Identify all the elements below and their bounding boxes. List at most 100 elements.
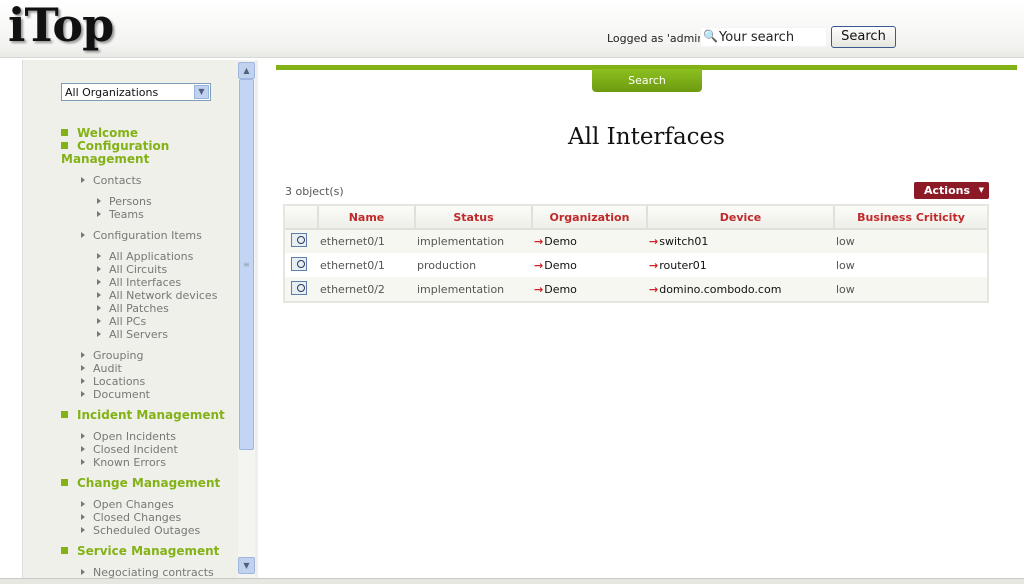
menu-scheduled-outages[interactable]: Scheduled Outages: [81, 524, 200, 537]
menu-item-label: All PCs: [109, 315, 147, 328]
menu-all-circuits[interactable]: All Circuits: [97, 263, 167, 276]
grip-icon: ≡: [243, 260, 250, 269]
menu-configuration-management-line2[interactable]: Management: [61, 153, 149, 166]
chevron-down-icon[interactable]: ▼: [194, 85, 209, 99]
device-link[interactable]: router01: [659, 259, 707, 272]
triangle-right-icon: [81, 177, 85, 183]
cell-device[interactable]: →domino.combodo.com: [647, 277, 834, 301]
menu-all-network-devices[interactable]: All Network devices: [97, 289, 217, 302]
organization-link[interactable]: Demo: [544, 283, 577, 296]
menu-item-label: All Interfaces: [109, 276, 182, 289]
magnifier-details-icon[interactable]: [291, 233, 307, 247]
menu-known-errors[interactable]: Known Errors: [81, 456, 166, 469]
menu-contacts-label: Contacts: [93, 174, 142, 187]
menu-change-label: Change Management: [77, 476, 221, 490]
global-search-input[interactable]: 🔍 Your search: [700, 27, 827, 47]
column-header-business-criticity[interactable]: Business Criticity: [834, 206, 987, 230]
triangle-right-icon: [97, 253, 101, 259]
row-details-cell: [285, 277, 318, 301]
triangle-right-icon: [97, 279, 101, 285]
menu-audit[interactable]: Audit: [81, 362, 122, 375]
scroll-up-button[interactable]: ▲: [238, 62, 255, 79]
organization-link[interactable]: Demo: [544, 259, 577, 272]
menu-item-label: Scheduled Outages: [93, 524, 201, 537]
cell-organization[interactable]: →Demo: [532, 253, 647, 277]
left-menu-pane: All Organizations ▼ Welcome Configuratio…: [22, 60, 258, 578]
search-tab[interactable]: Search: [592, 69, 702, 92]
cell-status: production: [415, 253, 532, 277]
column-header-status[interactable]: Status: [415, 206, 533, 230]
menu-document[interactable]: Document: [81, 388, 150, 401]
scrollbar-thumb[interactable]: ≡: [239, 79, 254, 450]
menu-negociating-contracts[interactable]: Negociating contracts: [81, 566, 214, 578]
menu-item-label: All Network devices: [109, 289, 218, 302]
menu-all-interfaces[interactable]: All Interfaces: [97, 276, 181, 289]
menu-contacts[interactable]: Contacts: [81, 174, 142, 187]
organization-select-value: All Organizations: [65, 86, 159, 99]
triangle-right-icon: [81, 501, 85, 507]
menu-scrollbar[interactable]: ▲ ≡ ▼: [238, 60, 255, 578]
menu-persons[interactable]: Persons: [97, 195, 152, 208]
triangle-right-icon: [97, 318, 101, 324]
actions-button[interactable]: Actions ▼: [914, 182, 989, 199]
page-title: All Interfaces: [568, 124, 725, 150]
triangle-right-icon: [97, 211, 101, 217]
scroll-down-button[interactable]: ▼: [238, 557, 255, 574]
triangle-right-icon: [97, 198, 101, 204]
menu-item-label: All Circuits: [109, 263, 168, 276]
link-arrow-icon: →: [534, 282, 544, 296]
menu-all-servers[interactable]: All Servers: [97, 328, 168, 341]
menu-change-management[interactable]: Change Management: [61, 477, 220, 490]
organization-select[interactable]: All Organizations ▼: [61, 83, 211, 101]
cell-status: implementation: [415, 277, 532, 301]
menu-service-management[interactable]: Service Management: [61, 545, 219, 558]
window-status-bar: [0, 578, 1024, 584]
triangle-right-icon: [97, 292, 101, 298]
bullet-square-icon: [61, 142, 68, 149]
menu-all-pcs[interactable]: All PCs: [97, 315, 146, 328]
triangle-right-icon: [81, 378, 85, 384]
triangle-right-icon: [81, 391, 85, 397]
magnifier-details-icon[interactable]: [291, 256, 307, 271]
caret-down-icon: ▼: [978, 186, 984, 194]
link-arrow-icon: →: [534, 258, 544, 272]
menu-item-label: Open Changes: [93, 498, 174, 511]
triangle-right-icon: [81, 433, 85, 439]
device-link[interactable]: switch01: [659, 235, 708, 248]
menu-all-applications[interactable]: All Applications: [97, 250, 193, 263]
itop-logo[interactable]: iTop: [8, 0, 114, 52]
triangle-right-icon: [97, 331, 101, 337]
menu-welcome-label: Welcome: [77, 126, 139, 140]
menu-item-label: Open Incidents: [93, 430, 176, 443]
menu-locations[interactable]: Locations: [81, 375, 145, 388]
organization-link[interactable]: Demo: [544, 235, 577, 248]
menu-closed-incident[interactable]: Closed Incident: [81, 443, 178, 456]
menu-teams[interactable]: Teams: [97, 208, 144, 221]
magnifier-details-icon[interactable]: [291, 280, 307, 295]
search-button[interactable]: Search: [831, 26, 896, 48]
menu-item-label: All Applications: [109, 250, 194, 263]
menu-open-changes[interactable]: Open Changes: [81, 498, 174, 511]
column-header-organization[interactable]: Organization: [532, 206, 648, 230]
device-link[interactable]: domino.combodo.com: [659, 283, 781, 296]
menu-item-label: All Servers: [109, 328, 168, 341]
table-row: ethernet0/1 implementation →Demo →switch…: [285, 229, 987, 253]
cell-organization[interactable]: →Demo: [532, 229, 647, 253]
column-header-device[interactable]: Device: [647, 206, 835, 230]
cell-organization[interactable]: →Demo: [532, 277, 647, 301]
menu-service-label: Service Management: [77, 544, 220, 558]
triangle-right-icon: [97, 266, 101, 272]
cell-device[interactable]: →router01: [647, 253, 834, 277]
select-column-header: [285, 206, 319, 230]
menu-configuration-items[interactable]: Configuration Items: [81, 229, 202, 242]
cell-name: ethernet0/1: [318, 229, 415, 253]
menu-persons-label: Persons: [109, 195, 152, 208]
menu-item-label: Closed Incident: [93, 443, 178, 456]
cell-device[interactable]: →switch01: [647, 229, 834, 253]
menu-grouping[interactable]: Grouping: [81, 349, 144, 362]
menu-open-incidents[interactable]: Open Incidents: [81, 430, 176, 443]
menu-incident-management[interactable]: Incident Management: [61, 409, 225, 422]
menu-all-patches[interactable]: All Patches: [97, 302, 169, 315]
menu-closed-changes[interactable]: Closed Changes: [81, 511, 181, 524]
column-header-name[interactable]: Name: [318, 206, 416, 230]
